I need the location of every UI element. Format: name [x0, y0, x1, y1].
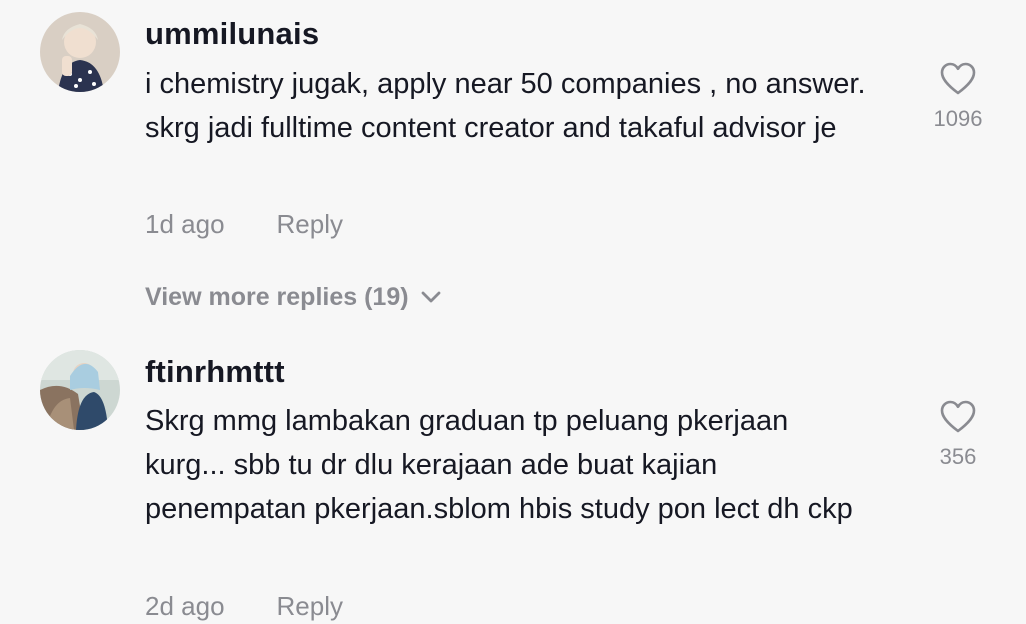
chevron-down-icon [421, 282, 441, 311]
comment-time: 1d ago [145, 209, 225, 239]
reply-button[interactable]: Reply [277, 591, 343, 621]
avatar[interactable] [40, 12, 120, 92]
heart-outline-icon [940, 400, 976, 433]
comment-meta: 2d ago Reply [145, 591, 343, 622]
comment-text: Skrg mmg lambakan graduan tp peluang pke… [145, 405, 853, 525]
view-more-replies-button[interactable]: View more replies (19) [145, 283, 441, 312]
reply-button[interactable]: Reply [277, 209, 343, 239]
view-more-replies-label: View more replies (19) [145, 283, 409, 311]
avatar-image [40, 12, 120, 92]
comment-time: 2d ago [145, 591, 225, 621]
avatar[interactable] [40, 350, 120, 430]
comment-username[interactable]: ftinrhmttt [145, 354, 285, 390]
like-button[interactable]: 356 [913, 400, 1003, 470]
like-count: 1096 [933, 106, 983, 131]
avatar-image [40, 350, 120, 430]
comment-text: i chemistry jugak, apply near 50 compani… [145, 68, 866, 144]
comment-meta: 1d ago Reply [145, 209, 343, 240]
like-count: 356 [939, 444, 977, 469]
heart-outline-icon [940, 62, 976, 95]
comment-username[interactable]: ummilunais [145, 16, 319, 52]
like-button[interactable]: 1096 [913, 62, 1003, 132]
